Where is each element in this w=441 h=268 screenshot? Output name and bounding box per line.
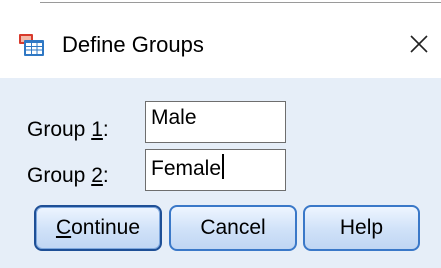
text-caret xyxy=(222,154,225,179)
divider xyxy=(40,2,441,3)
group-1-label-prefix: Group xyxy=(27,118,92,141)
group-1-input[interactable]: Male xyxy=(145,101,286,143)
continue-mnemonic: C xyxy=(55,216,72,239)
define-groups-dialog: Define Groups Group 1: Male Group 2: Fem… xyxy=(0,0,441,268)
spss-dialog-icon xyxy=(19,34,44,56)
group-2-value: Female xyxy=(151,157,222,180)
help-label: Help xyxy=(339,216,384,239)
title-bar[interactable]: Define Groups xyxy=(0,10,441,78)
help-button[interactable]: Help xyxy=(303,205,420,251)
continue-button[interactable]: Continue xyxy=(34,205,162,251)
group-1-value: Male xyxy=(151,106,197,129)
continue-label-rest: ontinue xyxy=(71,216,141,239)
group-2-label-suffix: : xyxy=(102,164,109,187)
dialog-title: Define Groups xyxy=(62,32,204,57)
group-2-label-prefix: Group xyxy=(27,164,92,187)
group-1-label-suffix: : xyxy=(102,118,109,141)
background-window-edge xyxy=(0,0,441,10)
group-2-label: Group 2: xyxy=(27,164,109,188)
group-1-label: Group 1: xyxy=(27,118,109,142)
cancel-button[interactable]: Cancel xyxy=(169,205,297,251)
close-icon[interactable] xyxy=(404,29,434,59)
cancel-label: Cancel xyxy=(200,216,266,239)
group-1-label-mnemonic: 1 xyxy=(91,118,103,141)
group-2-input[interactable]: Female xyxy=(145,149,286,191)
group-2-label-mnemonic: 2 xyxy=(91,164,103,187)
